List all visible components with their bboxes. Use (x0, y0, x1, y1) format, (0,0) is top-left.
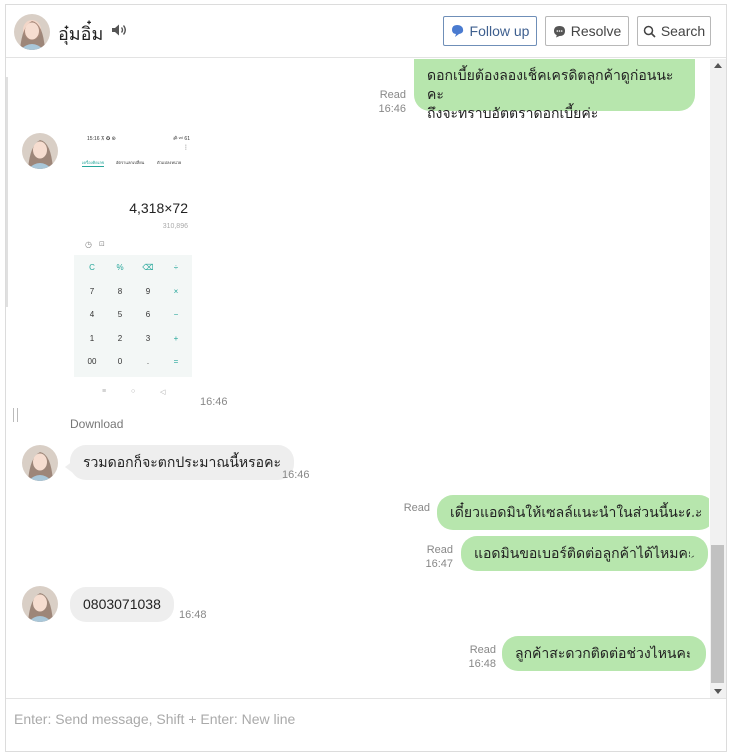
chat-icon (553, 25, 565, 37)
image-message[interactable]: 15:16 ⊼ ✪ ⊛ ॐ ᵛᵒˡ 61 ⋮ เครื่องคิดเลข อัต… (70, 127, 195, 407)
calc-key: C (89, 263, 95, 272)
chat-header: อุ๋มอิ๋ม Follow up Resolve Search (6, 5, 726, 58)
follow-up-label: Follow up (469, 23, 530, 39)
message-bubble-outgoing[interactable]: แอดมินขอเบอร์ติดต่อลูกค้าได้ไหมคะ (461, 536, 709, 571)
calc-key: 4 (89, 310, 95, 319)
sender-avatar[interactable] (22, 445, 58, 481)
calc-tab-units: ตัวแปลงหน่วย (157, 160, 182, 165)
search-button[interactable]: Search (637, 16, 711, 46)
ruler-icon: ⊡ (99, 241, 105, 248)
resolve-button[interactable]: Resolve (545, 16, 629, 46)
side-divider (6, 77, 8, 307)
nav-back-icon: ◁ (160, 389, 166, 396)
calc-key: 1 (89, 333, 95, 343)
message-time: 16:48 (468, 658, 496, 670)
read-status: Read (403, 502, 430, 514)
search-label: Search (660, 23, 706, 39)
message-text: แอดมินขอเบอร์ติดต่อลูกค้าได้ไหมคะ (474, 545, 696, 561)
more-options-icon: ⋮ (183, 145, 189, 151)
calc-expression: 4,318×72 (129, 200, 188, 216)
calc-key: 3 (145, 333, 151, 343)
calc-result: 310,896 (162, 223, 188, 230)
resize-handle[interactable] (13, 408, 18, 422)
scroll-thumb[interactable] (711, 545, 724, 683)
calc-tab-calculator: เครื่องคิดเลข (82, 160, 105, 167)
phone-status-left: 15:16 ⊼ ✪ ⊛ (87, 136, 116, 142)
read-status: Read (379, 89, 406, 101)
message-scrollbar[interactable] (710, 59, 726, 698)
read-status: Read (426, 544, 453, 556)
calc-key: ÷ (173, 263, 179, 272)
calc-key: = (173, 357, 179, 366)
chat-window: อุ๋มอิ๋ม Follow up Resolve Search ดอกเบี… (5, 4, 727, 752)
message-bubble-incoming[interactable]: 0803071038 (70, 587, 174, 622)
bubble-tail (690, 548, 698, 558)
message-meta: Read 16:47 (411, 543, 453, 571)
message-time: 16:48 (179, 609, 207, 621)
download-link[interactable]: Download (70, 417, 123, 431)
bubble-tail (690, 648, 698, 658)
follow-up-button[interactable]: Follow up (443, 16, 537, 46)
calc-key: 5 (117, 310, 123, 319)
message-bubble-incoming[interactable]: รวมดอกก็จะตกประมาณนี้หรอคะ (70, 445, 294, 480)
message-text: 0803071038 (83, 596, 161, 612)
scroll-up-arrow[interactable] (714, 63, 722, 68)
message-time: 16:47 (425, 558, 453, 570)
sender-avatar[interactable] (22, 586, 58, 622)
message-meta: Read 16:48 (454, 643, 496, 671)
message-time: 16:46 (200, 396, 228, 408)
nav-menu-icon: ≡ (102, 388, 107, 395)
contact-name: อุ๋มอิ๋ม (58, 24, 104, 44)
resolve-label: Resolve (570, 23, 622, 39)
calc-key: + (173, 333, 179, 343)
message-bubble-outgoing[interactable]: เดี๋ยวแอดมินให้เซลล์แนะนำในส่วนนี้นะคะ (437, 495, 709, 530)
contact-avatar[interactable] (14, 14, 50, 50)
message-text: เดี๋ยวแอดมินให้เซลล์แนะนำในส่วนนี้นะคะ (450, 504, 703, 520)
nav-home-icon: ○ (131, 388, 136, 395)
calc-key: − (173, 310, 179, 319)
message-text: รวมดอกก็จะตกประมาณนี้หรอคะ (83, 454, 281, 470)
calc-key: 0 (117, 357, 123, 366)
composer (6, 698, 726, 751)
tag-icon (451, 25, 463, 37)
message-bubble-outgoing[interactable]: ดอกเบี้ยต้องลองเช็คเครดิตลูกค้าดูก่อนนะค… (414, 59, 695, 121)
phone-status-right: ॐ ᵛᵒˡ 61 (172, 136, 190, 142)
sender-avatar[interactable] (22, 133, 58, 169)
history-icon: ◷ (85, 240, 92, 249)
speaker-icon[interactable] (111, 23, 127, 42)
calc-key: ⌫ (142, 263, 154, 272)
read-status: Read (469, 644, 496, 656)
message-time: 16:46 (378, 103, 406, 115)
message-bubble-outgoing[interactable]: ลูกค้าสะดวกติดต่อช่วงไหนคะ (502, 636, 707, 671)
calc-key: 7 (89, 286, 95, 296)
search-icon (643, 25, 656, 38)
bubble-tail (690, 507, 698, 517)
calc-key: 2 (117, 333, 123, 343)
message-text: ลูกค้าสะดวกติดต่อช่วงไหนคะ (515, 645, 694, 661)
calc-key: 8 (117, 286, 123, 296)
calc-key: % (116, 263, 124, 272)
calc-key: 00 (87, 357, 97, 366)
message-text-line2: ถึงจะทราบอัตตราดอกเบี้ยค่ะ (427, 105, 599, 121)
scroll-down-arrow[interactable] (714, 689, 722, 694)
calc-key: 6 (145, 310, 151, 319)
message-text: ดอกเบี้ยต้องลองเช็คเครดิตลูกค้าดูก่อนนะค… (427, 67, 674, 102)
message-input[interactable] (6, 699, 726, 739)
message-meta: Read 16:46 (366, 88, 406, 116)
calc-key: × (173, 286, 179, 296)
message-time: 16:46 (282, 469, 310, 481)
calc-key: 9 (145, 286, 151, 296)
calc-key: . (146, 357, 150, 366)
calc-tab-exchange: อัตราแลกเปลี่ยน (116, 160, 145, 165)
message-list[interactable]: ดอกเบี้ยต้องลองเช็คเครดิตลูกค้าดูก่อนนะค… (6, 59, 709, 698)
